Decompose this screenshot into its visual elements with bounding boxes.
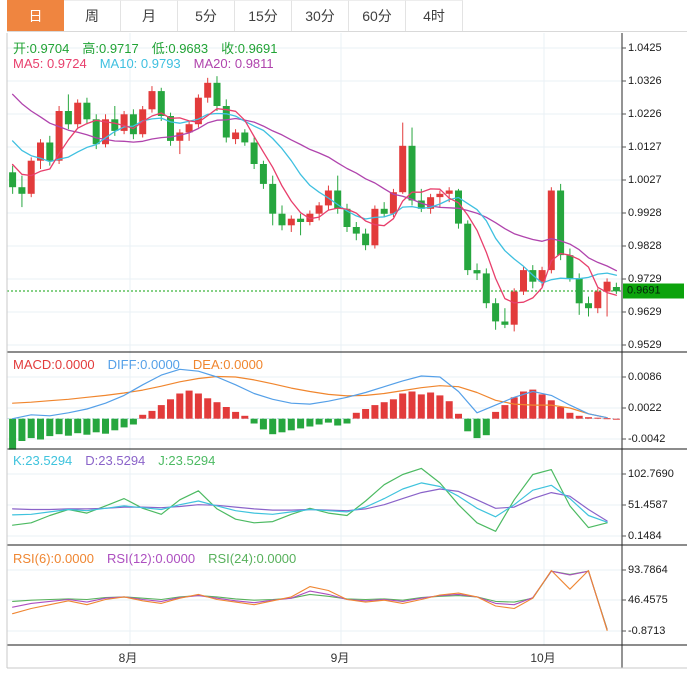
legend-item: MA5: 0.9724: [13, 56, 87, 71]
y-axis-tick-label: 0.9828: [628, 240, 662, 252]
legend-item: J:23.5294: [158, 453, 216, 468]
y-axis-tick-label: 0.9629: [628, 306, 662, 318]
legend-item: 高:0.9717: [82, 41, 139, 56]
legend-item: MACD:0.0000: [13, 357, 95, 372]
ma-legend: MA5: 0.9724 MA10: 0.9793 MA20: 0.9811: [13, 56, 287, 71]
legend-item: RSI(6):0.0000: [13, 551, 94, 566]
rsi-legend: RSI(6):0.0000 RSI(12):0.0000 RSI(24):0.000…: [13, 551, 309, 566]
macd-legend: MACD:0.0000 DIFF:0.0000 DEA:0.0000: [13, 357, 276, 372]
y-axis-tick-label: 46.4575: [628, 594, 668, 606]
y-axis-tick-label: 1.0326: [628, 75, 662, 87]
legend-item: K:23.5294: [13, 453, 73, 468]
legend-item: RSI(12):0.0000: [106, 551, 196, 566]
legend-item: 开:0.9704: [13, 41, 70, 56]
x-axis-month-label: 10月: [530, 651, 556, 665]
y-axis-tick-label: 1.0226: [628, 108, 662, 120]
y-axis-tick-label: 102.7690: [628, 468, 674, 480]
legend-item: MA10: 0.9793: [99, 56, 181, 71]
legend-item: MA20: 0.9811: [193, 56, 274, 71]
y-axis-tick-label: 1.0027: [628, 174, 662, 186]
y-axis-tick-label: 51.4587: [628, 499, 668, 511]
ohlc-legend: 开:0.9704 高:0.9717 低:0.9683 收:0.9691: [13, 38, 291, 57]
legend-item: DIFF:0.0000: [107, 357, 180, 372]
y-axis-tick-label: 0.1484: [628, 530, 662, 542]
x-axis-month-label: 9月: [330, 651, 350, 665]
y-axis-tick-label: -0.8713: [628, 625, 666, 637]
y-axis-tick-label: 1.0127: [628, 141, 662, 153]
legend-item: DEA:0.0000: [192, 357, 264, 372]
y-axis-tick-label: 0.9529: [628, 339, 662, 351]
y-axis-tick-label: 0.0022: [628, 402, 662, 414]
y-axis-tick-label: 0.0086: [628, 371, 662, 383]
y-axis-tick-label: 93.7864: [628, 564, 668, 576]
trading-chart-window: 日周月 5分 15分 30分 60分 4时 开:0.9704 高:0.9717 低:0.968…: [0, 0, 687, 673]
y-axis-tick-label: 1.0425: [628, 42, 662, 54]
legend-item: 收:0.9691: [221, 41, 278, 56]
legend-item: RSI(24):0.0000: [208, 551, 297, 566]
legend-item: 低:0.9683: [151, 41, 209, 56]
x-axis-month-label: 8月: [118, 651, 138, 665]
y-axis-tick-label: -0.0042: [628, 433, 666, 445]
y-axis-tick-label: 0.9928: [628, 207, 662, 219]
legend-item: D:23.5294: [85, 453, 146, 468]
kdj-legend: K:23.5294 D:23.5294 J:23.5294: [13, 453, 228, 468]
last-price-tag: 0.9691: [623, 283, 684, 299]
